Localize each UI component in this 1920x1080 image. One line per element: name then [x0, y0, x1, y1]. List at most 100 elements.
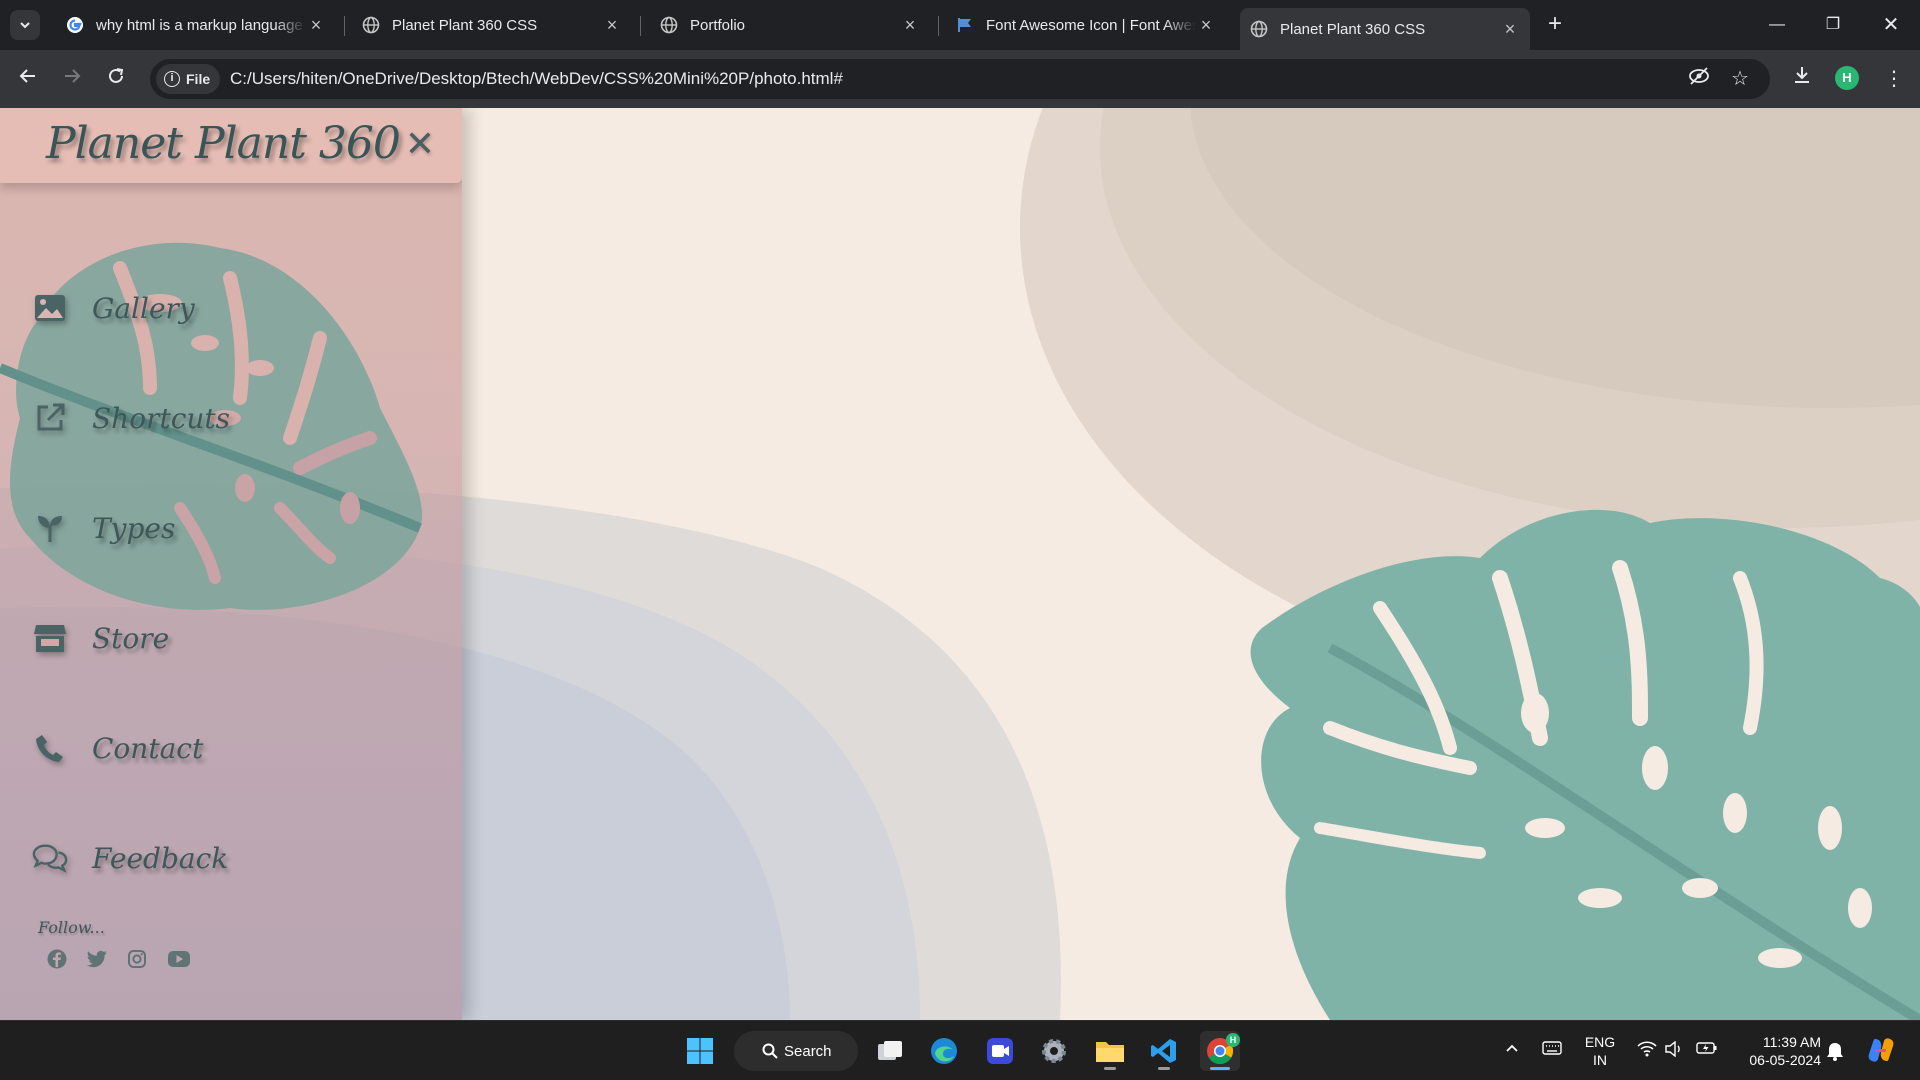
tab-title: Font Awesome Icon | Font Awesome	[986, 16, 1196, 34]
tab-1[interactable]: Planet Plant 360 CSS ×	[352, 8, 632, 42]
wifi-icon[interactable]	[1636, 1041, 1658, 1063]
globe-icon	[660, 16, 678, 34]
tab-separator	[640, 16, 641, 36]
external-link-icon	[32, 400, 68, 436]
image-icon	[32, 290, 68, 326]
browser-toolbar: i File C:/Users/hiten/OneDrive/Desktop/B…	[0, 50, 1920, 108]
menu-label: Feedback	[92, 841, 229, 875]
minimize-icon[interactable]: —	[1762, 12, 1792, 38]
close-sidebar-icon[interactable]: ✕	[402, 126, 438, 162]
site-info-chip[interactable]: i File	[156, 64, 221, 94]
meet-app-icon[interactable]	[980, 1031, 1020, 1071]
clock-time: 11:39 AM	[1762, 1034, 1821, 1050]
arrow-left-icon	[19, 69, 35, 83]
address-bar[interactable]: i File C:/Users/hiten/OneDrive/Desktop/B…	[150, 59, 1770, 99]
tab-close-icon[interactable]: ×	[1500, 19, 1520, 40]
menu-item-shortcuts[interactable]: Shortcuts	[32, 393, 230, 443]
menu-item-feedback[interactable]: Feedback	[32, 833, 228, 883]
menu-label: Types	[92, 511, 176, 545]
eye-slash-icon[interactable]	[1685, 65, 1713, 93]
taskbar-search[interactable]: Search	[734, 1031, 858, 1071]
clock-date: 06-05-2024	[1749, 1052, 1821, 1068]
profile-avatar[interactable]: H	[1835, 66, 1859, 90]
menu-label: Gallery	[92, 291, 195, 325]
reload-icon	[109, 68, 124, 83]
tab-3[interactable]: Font Awesome Icon | Font Awesome ×	[946, 8, 1226, 42]
flag-icon	[956, 16, 974, 34]
tab-0[interactable]: why html is a markup language ×	[56, 8, 336, 42]
tab-title: Planet Plant 360 CSS	[1280, 20, 1426, 38]
edge-icon[interactable]	[924, 1031, 964, 1071]
language-indicator[interactable]: ENG IN	[1580, 1033, 1620, 1069]
tab-title: Portfolio	[690, 16, 746, 34]
settings-gear-icon[interactable]	[1034, 1031, 1074, 1071]
tab-search-button[interactable]	[10, 10, 40, 40]
monstera-leaf-right	[1250, 509, 1920, 1020]
info-icon: i	[164, 71, 180, 87]
restore-icon[interactable]: ❐	[1818, 12, 1848, 38]
chrome-icon[interactable]: H	[1200, 1031, 1240, 1071]
tab-2[interactable]: Portfolio ×	[650, 8, 930, 42]
phone-icon	[32, 730, 68, 766]
vscode-icon[interactable]	[1144, 1031, 1184, 1071]
keyboard-icon[interactable]	[1541, 1041, 1563, 1063]
star-icon[interactable]: ☆	[1726, 65, 1754, 93]
google-g-icon	[66, 16, 84, 34]
chevron-up-icon[interactable]	[1501, 1041, 1523, 1063]
tab-separator	[344, 16, 345, 36]
reload-button[interactable]	[102, 65, 130, 93]
back-button[interactable]	[14, 65, 42, 93]
tab-close-icon[interactable]: ×	[306, 15, 326, 36]
site-logo[interactable]: Planet Plant 360	[46, 118, 401, 169]
tab-close-icon[interactable]: ×	[1196, 15, 1216, 36]
twitter-icon[interactable]	[86, 948, 108, 970]
menu-item-types[interactable]: Types	[32, 503, 175, 553]
page-viewport: Planet Plant 360 ✕ Gallery Shortcuts Typ…	[0, 108, 1920, 1020]
notification-bell-icon[interactable]	[1824, 1041, 1846, 1063]
file-explorer-icon[interactable]	[1090, 1031, 1130, 1071]
new-tab-button[interactable]: +	[1542, 12, 1568, 38]
running-indicator	[1210, 1067, 1230, 1070]
sidebar: Planet Plant 360 ✕ Gallery Shortcuts Typ…	[0, 108, 462, 1020]
running-indicator	[1104, 1067, 1116, 1070]
profile-badge: H	[1226, 1033, 1240, 1047]
tab-strip: why html is a markup language × Planet P…	[0, 0, 1920, 50]
menu-label: Contact	[92, 731, 204, 765]
download-icon[interactable]	[1788, 65, 1816, 93]
forward-button[interactable]	[58, 65, 86, 93]
task-view-icon[interactable]	[870, 1031, 910, 1071]
copilot-icon[interactable]	[1866, 1035, 1896, 1065]
volume-icon[interactable]	[1664, 1040, 1686, 1063]
globe-icon	[362, 16, 380, 34]
more-menu-icon[interactable]: ⋮	[1880, 65, 1908, 93]
arrow-right-icon	[65, 69, 81, 83]
menu-label: Store	[92, 621, 170, 655]
language-code: ENG	[1584, 1034, 1616, 1050]
search-label: Search	[784, 1042, 832, 1060]
menu-item-contact[interactable]: Contact	[32, 723, 203, 773]
menu-item-store[interactable]: Store	[32, 613, 169, 663]
store-icon	[32, 620, 68, 656]
region-code: IN	[1593, 1052, 1607, 1068]
windows-taskbar: Search H ENG IN 11:39 AM 06-05-2024	[0, 1020, 1920, 1080]
menu-item-gallery[interactable]: Gallery	[32, 283, 195, 333]
start-button[interactable]	[680, 1031, 720, 1071]
seedling-icon	[32, 510, 68, 546]
battery-charging-icon[interactable]	[1696, 1041, 1718, 1063]
tab-separator	[938, 16, 939, 36]
menu-label: Shortcuts	[92, 401, 231, 435]
youtube-icon[interactable]	[166, 948, 192, 970]
windows-logo-icon	[687, 1038, 713, 1064]
tab-title: Planet Plant 360 CSS	[392, 16, 538, 34]
tab-title: why html is a markup language	[96, 16, 303, 34]
running-indicator	[1158, 1067, 1170, 1070]
clock[interactable]: 11:39 AM 06-05-2024	[1735, 1033, 1821, 1069]
close-window-icon[interactable]: ✕	[1876, 12, 1906, 38]
tab-close-icon[interactable]: ×	[900, 15, 920, 36]
instagram-icon[interactable]	[126, 948, 148, 970]
tab-close-icon[interactable]: ×	[602, 15, 622, 36]
follow-label: Follow...	[38, 918, 105, 937]
tab-4-active[interactable]: Planet Plant 360 CSS ×	[1240, 8, 1530, 50]
facebook-icon[interactable]	[46, 948, 68, 970]
url-text[interactable]: C:/Users/hiten/OneDrive/Desktop/Btech/We…	[230, 69, 843, 89]
